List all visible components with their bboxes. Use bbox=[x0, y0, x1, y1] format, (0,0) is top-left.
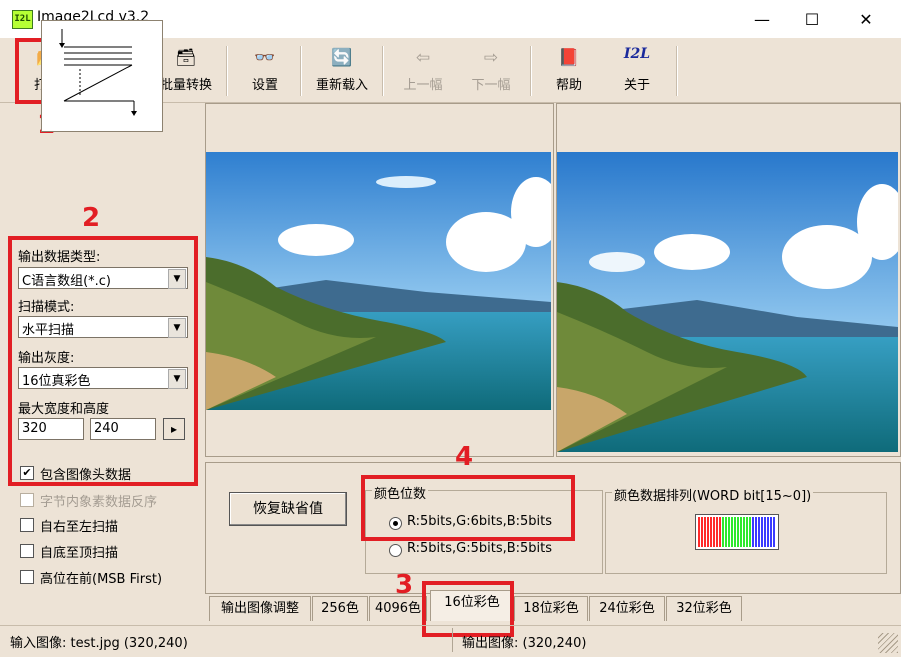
max-width-input[interactable]: 320 bbox=[18, 418, 84, 440]
help-book-icon: 📕 bbox=[558, 48, 580, 68]
next-image-label: 下一幅 bbox=[471, 78, 511, 93]
scan-direction-preview bbox=[41, 20, 163, 132]
batch-convert-button[interactable]: 🗃 批量转换 bbox=[154, 42, 218, 98]
reverse-byte-pixels-label: 字节内象素数据反序 bbox=[40, 495, 158, 510]
output-type-label: 输出数据类型: bbox=[18, 250, 101, 265]
next-image-button[interactable]: ⇨ 下一幅 bbox=[464, 42, 518, 98]
arrow-left-icon: ⇦ bbox=[415, 48, 431, 68]
input-image-status: 输入图像: test.jpg (320,240) bbox=[10, 636, 188, 651]
tab-output-adjust[interactable]: 输出图像调整 bbox=[209, 596, 311, 621]
input-image bbox=[206, 152, 551, 410]
scan-mode-select[interactable]: 水平扫描 ▼ bbox=[18, 316, 188, 338]
tab-18bit-color[interactable]: 18位彩色 bbox=[514, 596, 588, 621]
annotation-number: 4 bbox=[455, 442, 474, 472]
glasses-icon: 👓 bbox=[254, 48, 276, 68]
right-to-left-label: 自右至左扫描 bbox=[40, 520, 119, 535]
help-button[interactable]: 📕 帮助 bbox=[544, 42, 594, 98]
app-logo-icon: I2L bbox=[12, 10, 33, 29]
output-type-value: C语言数组(*.c) bbox=[22, 274, 112, 289]
settings-label: 设置 bbox=[251, 78, 278, 93]
about-button[interactable]: I2L 关于 bbox=[612, 42, 662, 98]
batch-convert-label: 批量转换 bbox=[159, 78, 212, 93]
annotation-number: 2 bbox=[82, 203, 101, 233]
annotation-number: 3 bbox=[395, 570, 414, 600]
annotation-box-color-bits bbox=[361, 475, 575, 541]
green-bits-bar bbox=[722, 517, 752, 547]
about-label: 关于 bbox=[623, 78, 650, 93]
output-gray-label: 输出灰度: bbox=[18, 351, 75, 366]
toolbar-separator bbox=[676, 46, 678, 96]
input-image-panel bbox=[205, 103, 554, 457]
output-image-panel bbox=[556, 103, 901, 457]
tab-256-colors[interactable]: 256色 bbox=[312, 596, 368, 621]
toolbar-separator bbox=[300, 46, 302, 96]
settings-button[interactable]: 👓 设置 bbox=[240, 42, 290, 98]
reload-label: 重新载入 bbox=[315, 78, 368, 93]
toolbar-separator bbox=[226, 46, 228, 96]
previous-image-button[interactable]: ⇦ 上一幅 bbox=[396, 42, 450, 98]
close-button[interactable]: ✕ bbox=[843, 0, 889, 38]
include-header-checkbox[interactable]: ✔ bbox=[20, 466, 34, 480]
maximize-button[interactable]: ☐ bbox=[789, 0, 835, 38]
max-height-input[interactable]: 240 bbox=[90, 418, 156, 440]
about-logo-icon: I2L bbox=[623, 46, 651, 62]
help-label: 帮助 bbox=[555, 78, 582, 93]
reload-button[interactable]: 🔄 重新载入 bbox=[310, 42, 374, 98]
reload-icon: 🔄 bbox=[331, 48, 353, 68]
toolbar-separator bbox=[382, 46, 384, 96]
chevron-down-icon[interactable]: ▼ bbox=[168, 318, 186, 338]
previous-image-label: 上一幅 bbox=[403, 78, 443, 93]
scan-mode-label: 扫描模式: bbox=[18, 300, 75, 315]
scan-mode-value: 水平扫描 bbox=[22, 323, 75, 338]
msb-first-label: 高位在前(MSB First) bbox=[40, 572, 163, 587]
msb-first-checkbox[interactable] bbox=[20, 570, 34, 584]
output-gray-select[interactable]: 16位真彩色 ▼ bbox=[18, 367, 188, 389]
bottom-to-top-label: 自底至顶扫描 bbox=[40, 546, 119, 561]
chevron-down-icon[interactable]: ▼ bbox=[168, 369, 186, 389]
output-image-status: 输出图像: (320,240) bbox=[462, 636, 587, 651]
minimize-button[interactable]: — bbox=[739, 0, 785, 38]
restore-defaults-button[interactable]: 恢复缺省值 bbox=[229, 492, 347, 526]
output-image bbox=[557, 152, 898, 452]
output-type-select[interactable]: C语言数组(*.c) ▼ bbox=[18, 267, 188, 289]
batch-files-icon: 🗃 bbox=[175, 48, 197, 68]
bottom-to-top-checkbox[interactable] bbox=[20, 544, 34, 558]
radio-555[interactable] bbox=[389, 544, 402, 557]
include-header-label: 包含图像头数据 bbox=[40, 468, 132, 483]
tab-24bit-color[interactable]: 24位彩色 bbox=[589, 596, 665, 621]
red-bits-bar bbox=[698, 517, 723, 547]
toolbar-separator bbox=[530, 46, 532, 96]
arrow-right-icon: ⇨ bbox=[483, 48, 499, 68]
status-divider bbox=[452, 628, 453, 652]
output-gray-value: 16位真彩色 bbox=[22, 374, 91, 389]
resize-grip-icon[interactable] bbox=[878, 633, 898, 653]
max-size-label: 最大宽度和高度 bbox=[18, 402, 110, 417]
blue-bits-bar bbox=[751, 517, 776, 547]
tab-32bit-color[interactable]: 32位彩色 bbox=[666, 596, 742, 621]
color-order-group-label: 颜色数据排列(WORD bit[15~0]) bbox=[612, 485, 814, 504]
chevron-down-icon[interactable]: ▼ bbox=[168, 269, 186, 289]
color-order-bits-display bbox=[695, 514, 779, 550]
right-to-left-checkbox[interactable] bbox=[20, 518, 34, 532]
reverse-byte-pixels-checkbox[interactable] bbox=[20, 493, 34, 507]
radio-555-label: R:5bits,G:5bits,B:5bits bbox=[407, 541, 553, 556]
apply-size-button[interactable]: ▸ bbox=[163, 418, 185, 440]
